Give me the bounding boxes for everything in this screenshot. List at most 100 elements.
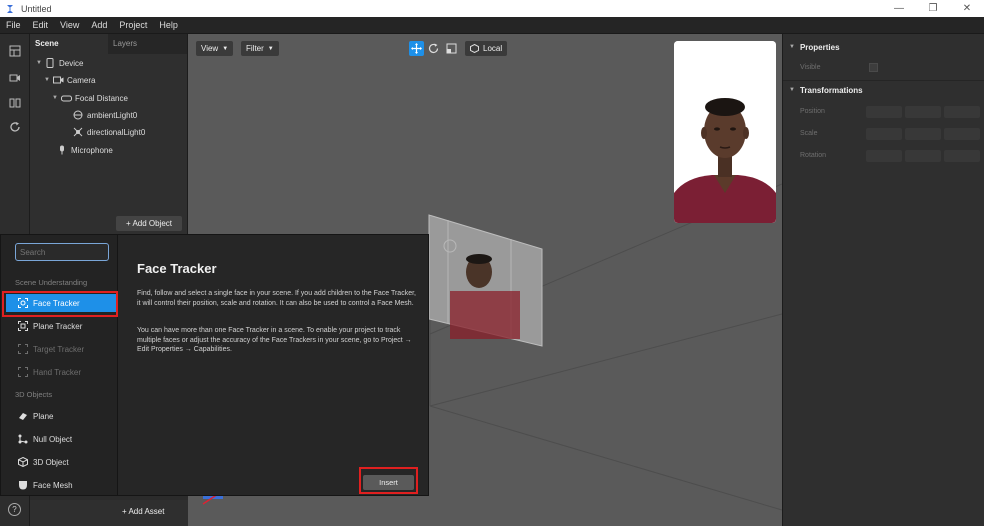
caret-down-icon: ▼ [789,44,795,50]
visible-label: Visible [800,64,821,71]
menu-view[interactable]: View [54,20,85,30]
tree-item-device[interactable]: ▼ Device [36,56,83,70]
layout-icon[interactable] [8,44,22,58]
rotation-y-field[interactable] [905,150,941,162]
assets-bar: + Add Asset [30,500,188,526]
chevron-down-icon: ▼ [222,45,229,52]
add-object-button[interactable]: + Add Object [116,216,182,231]
scale-icon [446,43,457,54]
position-x-field[interactable] [866,106,902,118]
scale-x-field[interactable] [866,128,902,140]
search-field[interactable] [15,243,109,261]
tab-layers[interactable]: Layers [108,34,186,54]
maximize-button[interactable]: ❐ [916,0,950,17]
list-item-label: 3D Object [33,457,69,467]
light-icon [72,110,84,120]
preview-person-image [674,41,776,223]
rotation-x-field[interactable] [866,150,902,162]
devices-icon[interactable] [8,96,22,110]
menu-help[interactable]: Help [153,20,184,30]
video-icon[interactable] [8,71,22,85]
refresh-icon[interactable] [8,120,22,134]
cube-icon [470,44,479,53]
view-label: View [201,44,219,53]
camera-preview [674,41,776,223]
title-bar: Untitled — ❐ ✕ [0,0,984,17]
transformations-header[interactable]: ▼ Transformations [789,83,863,97]
tree-item-label: directionalLight0 [87,127,146,137]
list-item-label: Plane [33,411,54,421]
caret-down-icon: ▼ [789,87,795,93]
tree-item-ambientlight0[interactable]: ambientLight0 [72,108,137,122]
move-icon [411,43,422,54]
transformations-title: Transformations [799,85,863,95]
position-z-field[interactable] [944,106,980,118]
scale-y-field[interactable] [905,128,941,140]
insert-button-highlight [359,467,418,494]
divider [783,80,984,81]
chevron-down-icon: ▼ [267,45,274,52]
list-item-label: Face Mesh [33,480,73,490]
menu-file[interactable]: File [0,20,27,30]
caret-down-icon[interactable]: ▼ [44,77,52,83]
list-item-label: Null Object [33,434,73,444]
rotation-z-field[interactable] [944,150,980,162]
face-mesh-icon [18,480,28,490]
detail-title: Face Tracker [137,261,217,276]
list-item-null-object[interactable]: Null Object [6,430,116,448]
minimize-button[interactable]: — [882,0,916,17]
tree-item-directionallight0[interactable]: directionalLight0 [72,125,145,139]
list-item-plane-tracker[interactable]: Plane Tracker [6,317,116,335]
properties-title: Properties [799,42,840,52]
list-item-label: Target Tracker [33,344,85,354]
view-dropdown[interactable]: View ▼ [196,41,234,56]
insert-detail-panel: Face Tracker Find, follow and select a s… [118,234,429,496]
detail-note: You can have more than one Face Tracker … [137,327,412,353]
caret-down-icon[interactable]: ▼ [52,95,60,101]
list-item-face-mesh[interactable]: Face Mesh [6,476,116,494]
detail-description: Find, follow and select a single face in… [137,290,416,307]
add-asset-button[interactable]: + Add Asset [122,507,164,516]
category-scene-understanding: Scene Understanding [15,278,88,287]
list-item-target-tracker: Target Tracker [6,340,116,358]
close-button[interactable]: ✕ [950,0,984,17]
properties-header[interactable]: ▼ Properties [789,40,840,54]
menu-add[interactable]: Add [85,20,113,30]
tab-scene[interactable]: Scene [30,34,108,54]
scale-label: Scale [800,130,818,137]
scale-z-field[interactable] [944,128,980,140]
tree-item-camera[interactable]: ▼ Camera [44,73,95,87]
move-tool-button[interactable] [409,41,424,56]
tree-item-label: Microphone [71,145,113,155]
menu-edit[interactable]: Edit [27,20,55,30]
microphone-icon [56,145,68,155]
local-space-toggle[interactable]: Local [465,41,508,56]
caret-down-icon[interactable]: ▼ [36,60,44,66]
scale-tool-button[interactable] [444,41,459,56]
list-item-label: Plane Tracker [33,321,83,331]
help-icon[interactable]: ? [8,503,21,516]
tree-item-label: ambientLight0 [87,110,138,120]
sun-icon [72,127,84,137]
rotate-icon [428,43,439,54]
tree-item-label: Device [59,58,84,68]
spark-ar-logo-icon [3,2,17,16]
visible-checkbox[interactable] [869,63,878,72]
list-item-label: Hand Tracker [33,367,82,377]
scene-panel: Scene Layers ▼ Device ▼ Camera ▼ Focal D… [30,34,188,234]
local-label: Local [483,44,503,53]
position-y-field[interactable] [905,106,941,118]
tree-item-label: Focal Distance [75,93,128,103]
search-input[interactable] [20,247,100,257]
position-label: Position [800,108,825,115]
list-item-plane[interactable]: Plane [6,407,116,425]
face-tracker-highlight [2,291,118,317]
insert-object-list: Scene Understanding Face Tracker Plane T… [0,234,118,496]
filter-dropdown[interactable]: Filter ▼ [241,41,279,56]
focal-distance-icon [60,93,72,103]
tree-item-focal-distance[interactable]: ▼ Focal Distance [52,91,128,105]
menu-project[interactable]: Project [113,20,153,30]
tree-item-microphone[interactable]: Microphone [56,143,113,157]
rotate-tool-button[interactable] [426,41,441,56]
list-item-3d-object[interactable]: 3D Object [6,453,116,471]
